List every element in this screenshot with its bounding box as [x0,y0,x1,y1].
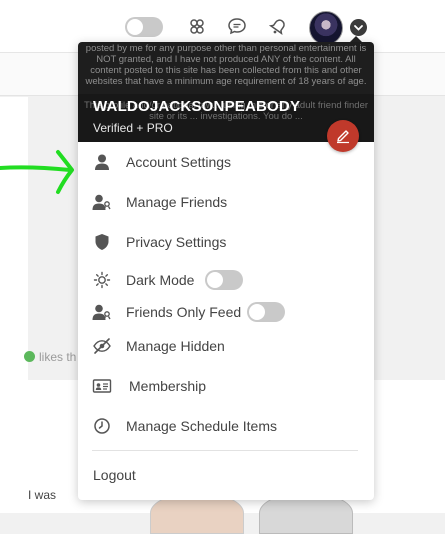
friends-icon [92,194,111,210]
menu-item-manage-schedule-items[interactable]: Manage Schedule Items [78,410,374,442]
logout-link[interactable]: Logout [93,467,136,483]
pencil-icon [337,130,349,144]
menu-item-label: Manage Friends [126,194,228,210]
likes-row: likes th [24,350,76,364]
profile-menu-toggle[interactable] [350,19,367,36]
shield-icon [95,234,109,250]
menu-item-label: Privacy Settings [126,234,227,250]
menu-divider [92,450,358,451]
chat-icon[interactable] [227,16,247,36]
post-snippet: I was [28,488,57,502]
like-indicator-icon [24,351,35,362]
profile-dropdown: posted by me for any purpose other than … [78,36,374,500]
menu-item-membership[interactable]: Membership [78,370,374,402]
friends-only-feed-toggle[interactable] [247,302,285,322]
menu-item-label: Dark Mode [126,272,195,288]
header-theme-toggle[interactable] [125,17,163,37]
profile-username: WALDOJACKSONPEABODY [93,98,301,115]
menu-item-dark-mode[interactable]: Dark Mode [78,264,374,296]
menu-item-manage-friends[interactable]: Manage Friends [78,186,374,218]
menu-item-account-settings[interactable]: Account Settings [78,146,374,178]
menu-item-label: Membership [129,378,207,394]
menu-item-label: Manage Schedule Items [126,418,277,434]
menu-item-privacy-settings[interactable]: Privacy Settings [78,226,374,258]
groups-icon[interactable] [187,16,207,36]
clock-icon [94,418,110,434]
eye-slash-icon [93,338,111,354]
banner-disclaimer-text: posted by me for any purpose other than … [85,43,367,87]
person-icon [95,154,109,170]
menu-item-label: Friends Only Feed [126,304,242,320]
friends-icon [92,304,111,320]
sun-icon [93,271,111,289]
id-card-icon [92,379,112,393]
bell-icon[interactable] [268,16,288,36]
menu-item-label: Account Settings [126,154,232,170]
menu-item-manage-hidden[interactable]: Manage Hidden [78,330,374,362]
green-arrow-annotation [0,150,74,194]
likes-text: likes th [39,350,77,364]
profile-status: Verified + PRO [93,121,173,135]
chevron-down-icon [354,25,363,31]
dark-mode-toggle[interactable] [205,270,243,290]
menu-item-label: Manage Hidden [126,338,225,354]
menu-item-friends-only-feed[interactable]: Friends Only Feed [78,296,374,328]
user-avatar[interactable] [309,11,343,45]
